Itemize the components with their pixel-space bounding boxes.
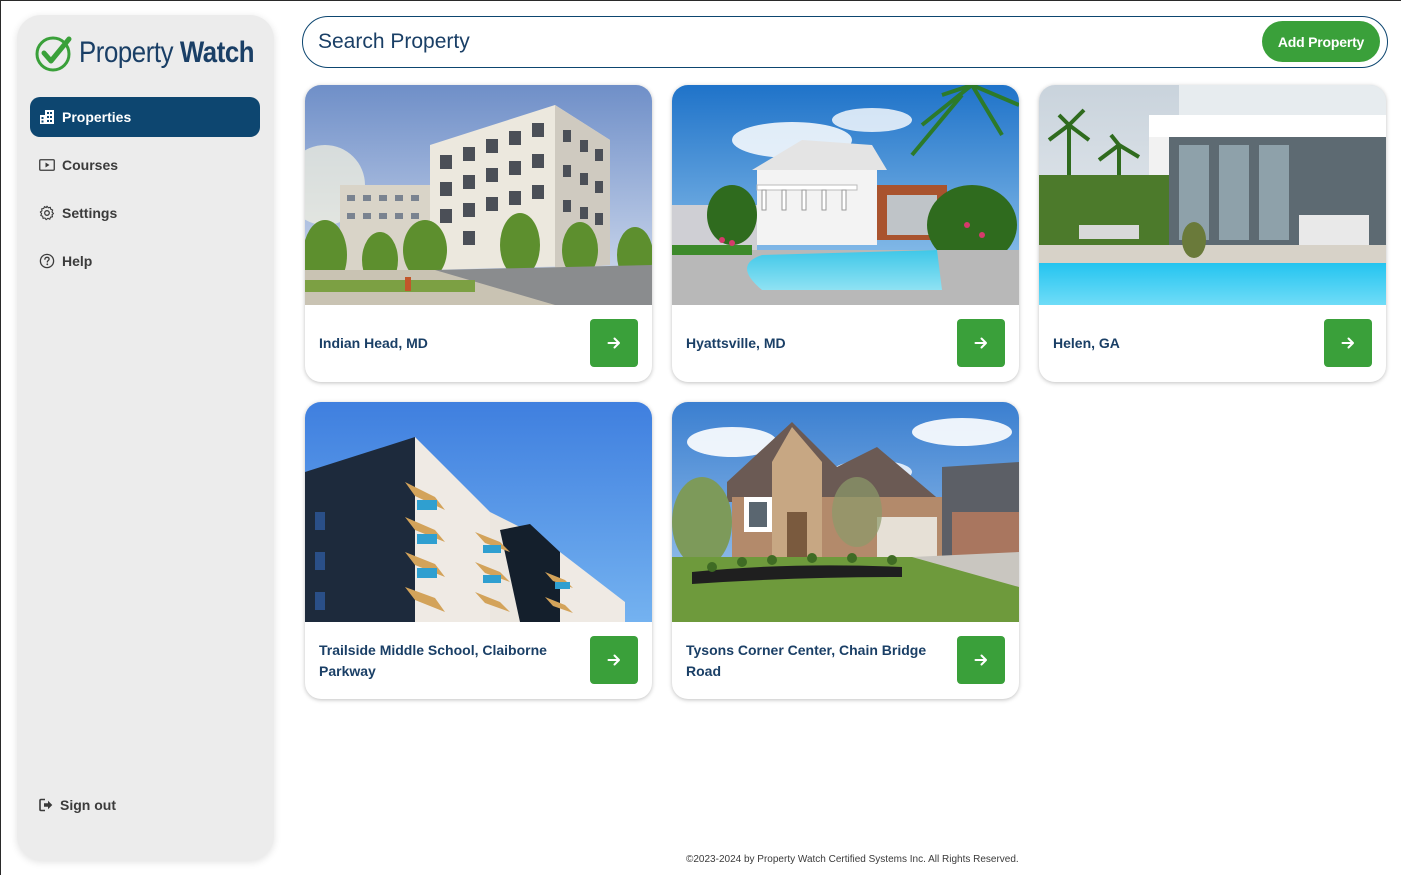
property-name: Trailside Middle School, Claiborne Parkw… (319, 641, 547, 679)
sidebar-item-properties[interactable]: Properties (30, 97, 260, 137)
open-property-button[interactable] (590, 319, 638, 367)
arrow-right-icon (1341, 337, 1354, 349)
sidebar-item-label: Properties (62, 109, 132, 125)
add-property-button[interactable]: Add Property (1262, 21, 1380, 62)
sidebar-item-courses[interactable]: Courses (30, 145, 260, 185)
footer-copyright: ©2023-2024 by Property Watch Certified S… (686, 854, 1019, 865)
property-card[interactable]: Helen, GA (1039, 85, 1386, 382)
sidebar-item-label: Help (62, 253, 93, 269)
checkmark-logo-icon (35, 36, 72, 72)
building-icon (39, 109, 55, 125)
arrow-right-icon (607, 337, 620, 349)
open-property-button[interactable] (957, 319, 1005, 367)
sign-out-button[interactable]: Sign out (39, 797, 116, 813)
sign-out-label: Sign out (60, 797, 116, 813)
open-property-button[interactable] (1324, 319, 1372, 367)
sidebar-item-label: Courses (62, 157, 119, 173)
property-name: Helen, GA (1053, 335, 1120, 351)
logo-text: Property Watch (79, 33, 255, 73)
sidebar-item-settings[interactable]: Settings (30, 193, 260, 233)
property-name: Hyattsville, MD (686, 335, 786, 351)
property-card[interactable]: Trailside Middle School, Claiborne Parkw… (305, 402, 652, 699)
search-input[interactable] (318, 26, 1218, 58)
app-window: Property Watch Properties Courses Settin… (0, 0, 1401, 875)
logo-text-bold: Watch (179, 36, 255, 69)
sidebar-item-help[interactable]: Help (30, 241, 260, 281)
property-photo (672, 85, 1019, 305)
open-property-button[interactable] (590, 636, 638, 684)
logo-text-regular: Property (79, 36, 174, 69)
property-photo (305, 402, 652, 622)
property-photo (1039, 85, 1386, 305)
property-card[interactable]: Indian Head, MD (305, 85, 652, 382)
property-card[interactable]: Hyattsville, MD (672, 85, 1019, 382)
search-bar: Add Property (302, 16, 1388, 68)
play-icon (39, 157, 55, 173)
property-photo (672, 402, 1019, 622)
arrow-right-icon (607, 654, 620, 666)
gear-icon (39, 205, 55, 221)
arrow-right-icon (974, 337, 987, 349)
property-name: Indian Head, MD (319, 335, 428, 351)
sign-out-icon (39, 798, 53, 812)
property-photo (305, 85, 652, 305)
open-property-button[interactable] (957, 636, 1005, 684)
sidebar-nav: Properties Courses Settings Help (30, 97, 260, 289)
logo: Property Watch (33, 33, 283, 73)
sidebar: Property Watch Properties Courses Settin… (17, 15, 274, 860)
arrow-right-icon (974, 654, 987, 666)
question-circle-icon (39, 253, 55, 269)
property-card[interactable]: Tysons Corner Center, Chain Bridge Road (672, 402, 1019, 699)
property-name: Tysons Corner Center, Chain Bridge Road (686, 641, 927, 679)
sidebar-item-label: Settings (62, 205, 118, 221)
